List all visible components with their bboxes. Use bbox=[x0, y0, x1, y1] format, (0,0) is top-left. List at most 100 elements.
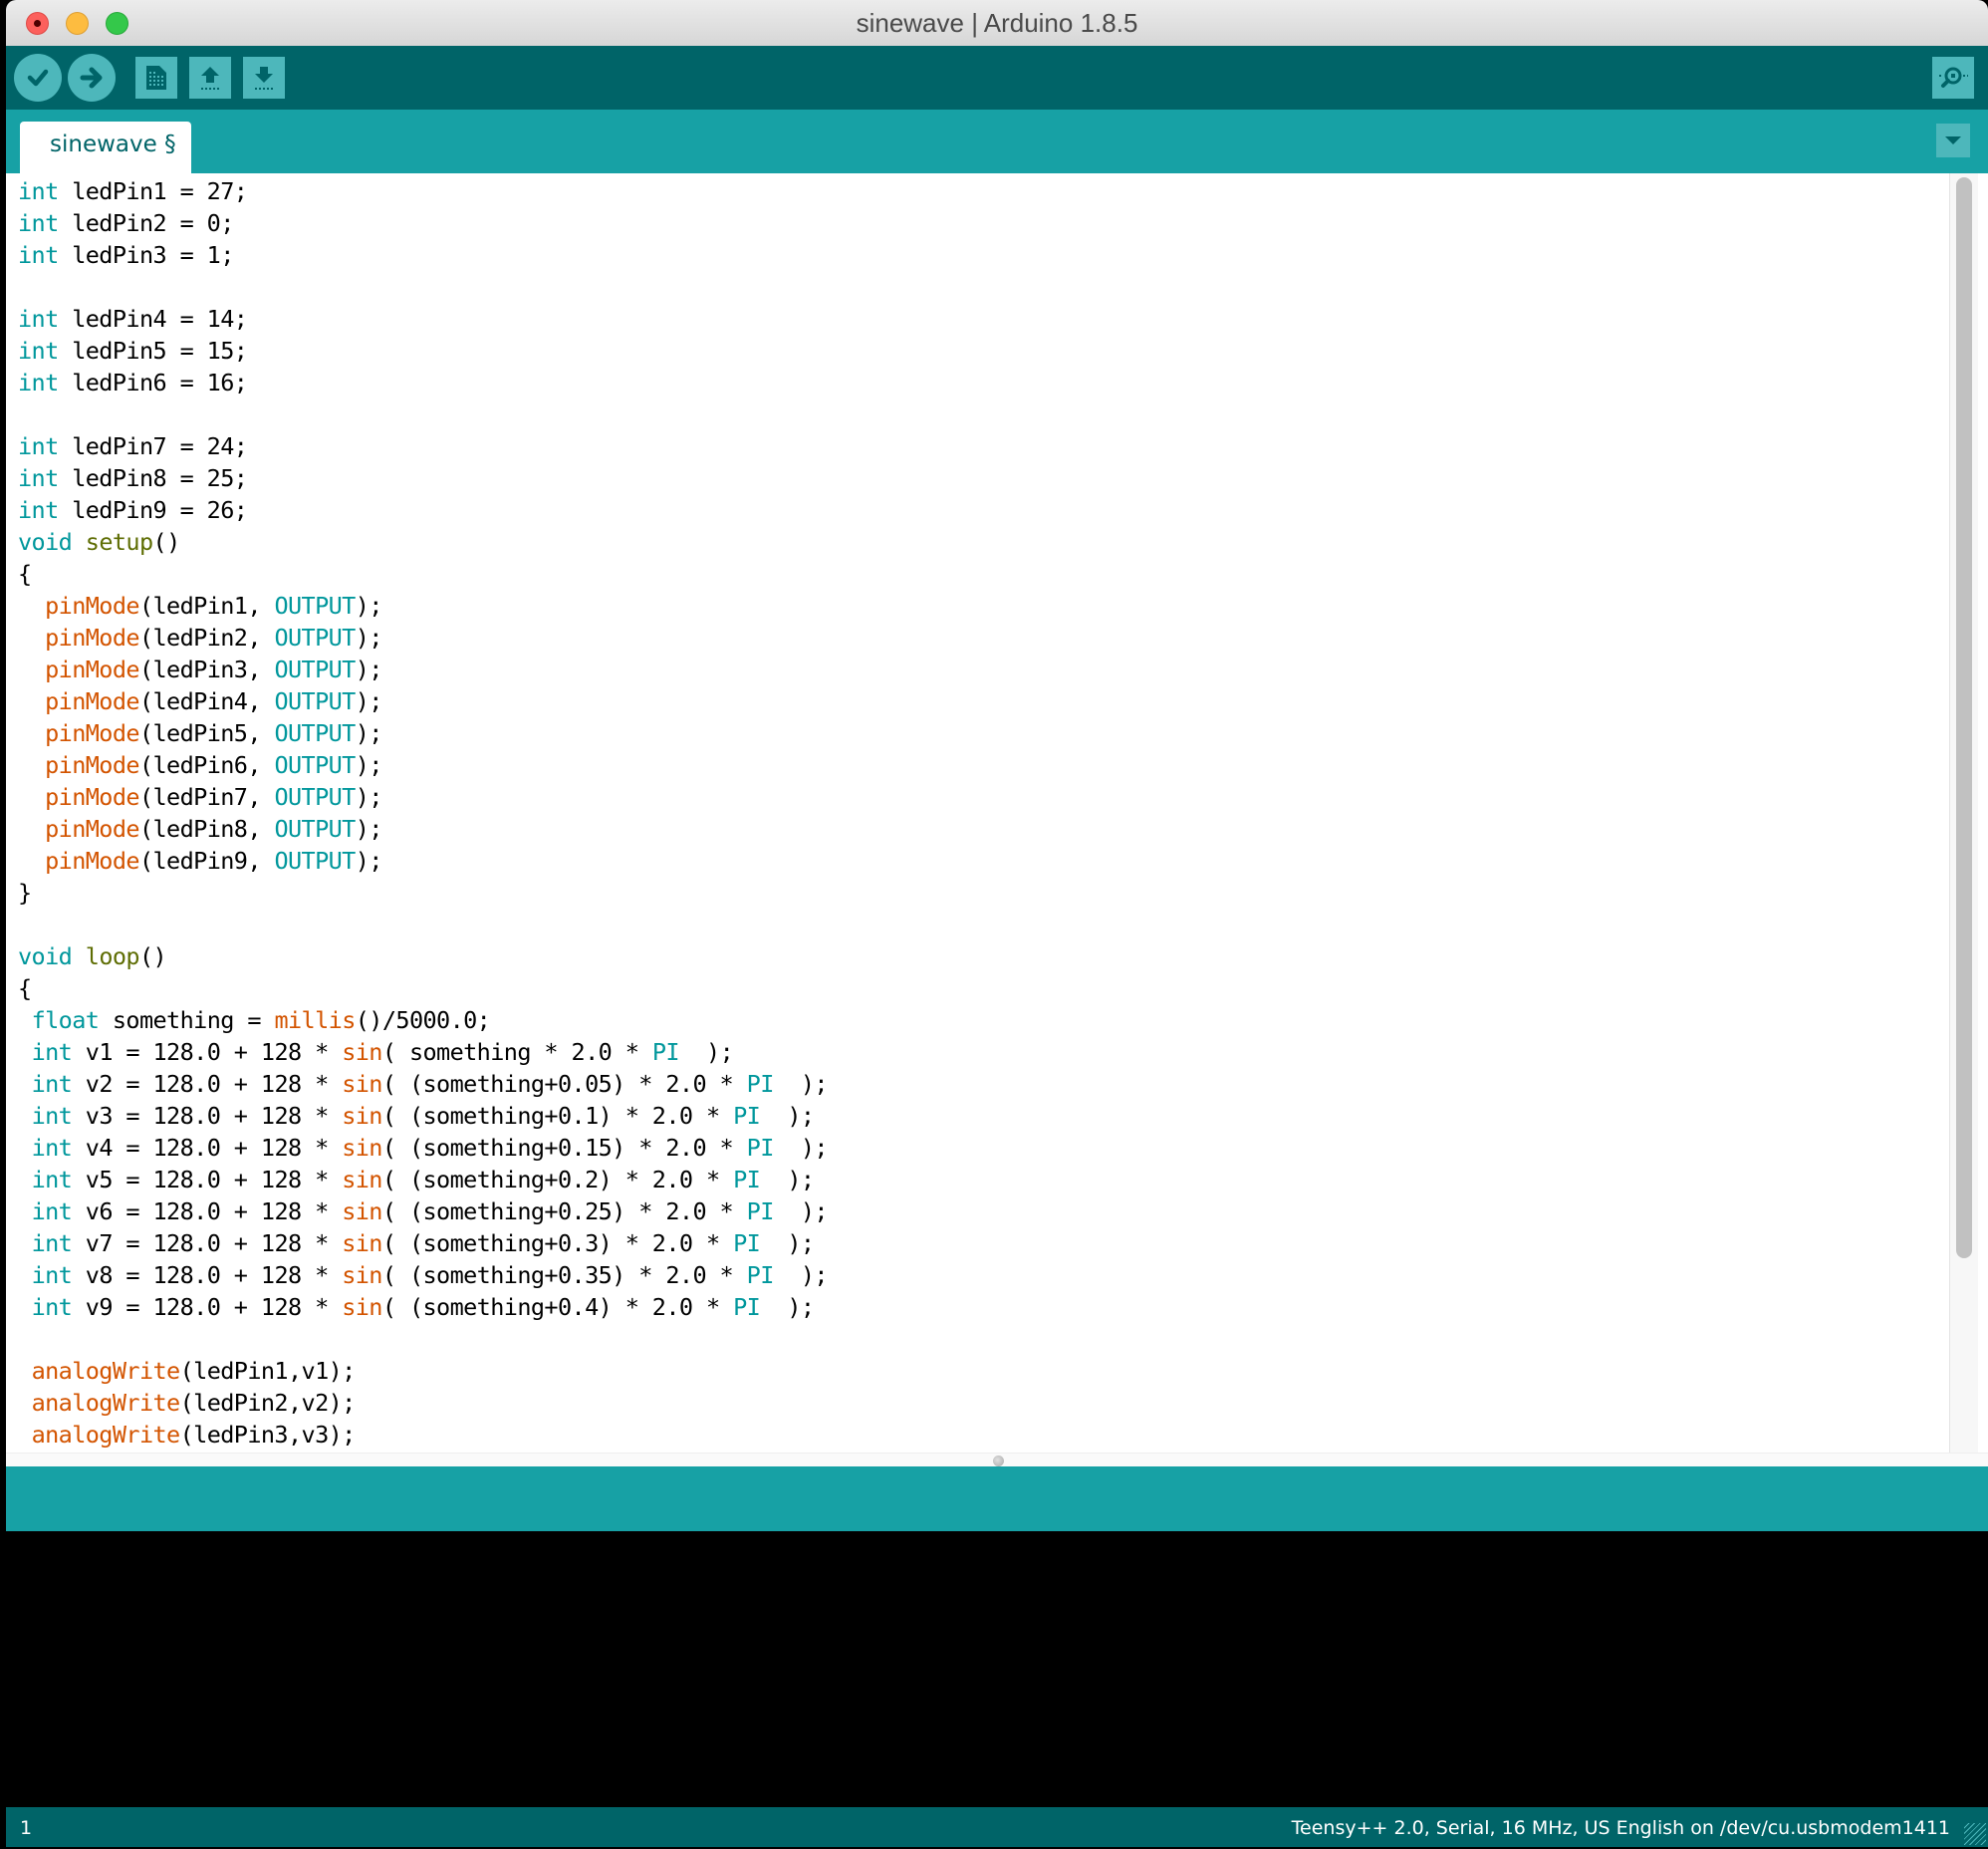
code-line[interactable]: int ledPin7 = 24; bbox=[18, 430, 828, 462]
code-cn-token: PI bbox=[651, 1038, 680, 1066]
triangle-down-icon bbox=[1945, 136, 1961, 144]
code-editor[interactable]: int ledPin1 = 27; int ledPin2 = 0; int led… bbox=[6, 173, 1988, 1453]
code-text-token: ); bbox=[760, 1166, 815, 1193]
code-text-token: v8 = 128.0 + 128 * bbox=[72, 1261, 343, 1289]
tab-menu-button[interactable] bbox=[1936, 124, 1970, 157]
code-line[interactable]: pinMode(ledPin7, OUTPUT); bbox=[18, 781, 828, 813]
code-text-token: v3 = 128.0 + 128 * bbox=[72, 1102, 343, 1130]
code-line[interactable]: pinMode(ledPin4, OUTPUT); bbox=[18, 685, 828, 717]
code-kw-token: int bbox=[18, 369, 59, 396]
window-resize-grip[interactable] bbox=[1964, 1823, 1986, 1845]
code-line[interactable]: int v2 = 128.0 + 128 * sin( (something+0… bbox=[18, 1068, 829, 1100]
code-line[interactable]: int v8 = 128.0 + 128 * sin( (something+0… bbox=[18, 1259, 829, 1291]
code-line[interactable]: int v4 = 128.0 + 128 * sin( (something+0… bbox=[18, 1132, 829, 1164]
code-line[interactable]: } bbox=[18, 877, 828, 909]
code-text-token: ); bbox=[355, 624, 383, 652]
code-line[interactable]: int ledPin2 = 0; bbox=[18, 207, 828, 239]
code-line[interactable]: pinMode(ledPin1, OUTPUT); bbox=[18, 590, 828, 622]
code-line[interactable]: int ledPin5 = 15; bbox=[18, 335, 828, 367]
code-line[interactable]: int ledPin6 = 16; bbox=[18, 367, 828, 398]
code-text-token: ledPin5 = 15; bbox=[58, 337, 248, 365]
code-line[interactable]: int ledPin9 = 26; bbox=[18, 494, 828, 526]
code-line[interactable]: pinMode(ledPin3, OUTPUT); bbox=[18, 654, 828, 685]
code-text-token: (ledPin7, bbox=[138, 783, 275, 811]
code-text-token: ledPin7 = 24; bbox=[58, 432, 248, 460]
code-line[interactable]: void loop() bbox=[18, 940, 828, 972]
code-line[interactable]: pinMode(ledPin5, OUTPUT); bbox=[18, 717, 828, 749]
arrow-up-icon bbox=[201, 67, 219, 90]
code-kw-token: int bbox=[18, 305, 59, 333]
code-line[interactable]: int ledPin1 = 27; bbox=[18, 175, 828, 207]
code-text-token: () bbox=[152, 528, 181, 556]
code-line[interactable] bbox=[18, 398, 828, 430]
code-line[interactable]: { bbox=[18, 558, 828, 590]
code-line[interactable]: pinMode(ledPin2, OUTPUT); bbox=[18, 622, 828, 654]
editor-scrollbar-thumb[interactable] bbox=[1956, 177, 1972, 1258]
new-sketch-button[interactable] bbox=[135, 57, 177, 99]
code-line[interactable]: int v7 = 128.0 + 128 * sin( (something+0… bbox=[18, 1227, 828, 1259]
code-line[interactable]: { bbox=[18, 972, 828, 1004]
code-text-token: ); bbox=[760, 1229, 815, 1257]
code-line[interactable] bbox=[18, 909, 828, 940]
code-fn-token: pinMode bbox=[45, 783, 139, 811]
tab-sinewave[interactable]: sinewave § bbox=[20, 122, 191, 173]
code-text-token: (ledPin4, bbox=[138, 687, 275, 715]
code-line[interactable]: analogWrite(ledPin2,v2); bbox=[18, 1387, 828, 1419]
editor-console-divider[interactable] bbox=[6, 1453, 1988, 1467]
code-line[interactable]: analogWrite(ledPin3,v3); bbox=[18, 1419, 828, 1451]
code-line[interactable] bbox=[18, 271, 828, 303]
code-line[interactable]: int v5 = 128.0 + 128 * sin( (something+0… bbox=[18, 1164, 828, 1195]
code-cn-token: OUTPUT bbox=[274, 656, 356, 683]
code-text-token: v5 = 128.0 + 128 * bbox=[72, 1166, 343, 1193]
code-line[interactable]: analogWrite(ledPin1,v1); bbox=[18, 1355, 828, 1387]
code-kw-token: int bbox=[18, 241, 59, 269]
code-line[interactable]: int v3 = 128.0 + 128 * sin( (something+0… bbox=[18, 1100, 828, 1132]
code-text-token: ); bbox=[355, 815, 383, 843]
open-sketch-button[interactable] bbox=[189, 57, 231, 99]
code-cn-token: PI bbox=[746, 1261, 775, 1289]
code-line[interactable]: int ledPin8 = 25; bbox=[18, 462, 828, 494]
code-text-token: ledPin2 = 0; bbox=[58, 209, 234, 237]
code-kw-token: int bbox=[18, 209, 59, 237]
code-text-token: ledPin1 = 27; bbox=[58, 177, 248, 205]
code-line[interactable]: int v6 = 128.0 + 128 * sin( (something+0… bbox=[18, 1195, 829, 1227]
code-text-token: ); bbox=[773, 1261, 829, 1289]
verify-button[interactable] bbox=[14, 54, 62, 102]
code-text-token: v4 = 128.0 + 128 * bbox=[72, 1134, 343, 1162]
serial-monitor-button[interactable] bbox=[1932, 57, 1974, 99]
code-line[interactable] bbox=[18, 1323, 828, 1355]
code-kw-token: int bbox=[31, 1038, 73, 1066]
code-line[interactable]: int v1 = 128.0 + 128 * sin( something * … bbox=[18, 1036, 828, 1068]
code-line[interactable]: int ledPin4 = 14; bbox=[18, 303, 828, 335]
code-line[interactable]: int ledPin3 = 1; bbox=[18, 239, 828, 271]
code-text-token: ); bbox=[760, 1293, 815, 1321]
divider-grip-handle[interactable] bbox=[993, 1455, 1004, 1466]
code-text-token: ( (something+0.35) * 2.0 * bbox=[381, 1261, 747, 1289]
code-line[interactable]: float something = millis()/5000.0; bbox=[18, 1004, 828, 1036]
code-text-token: (ledPin6, bbox=[138, 751, 275, 779]
code-text-token: { bbox=[18, 560, 32, 588]
code-line[interactable]: pinMode(ledPin6, OUTPUT); bbox=[18, 749, 828, 781]
window-title: sinewave | Arduino 1.8.5 bbox=[856, 8, 1138, 38]
code-text-token: (ledPin5, bbox=[138, 719, 275, 747]
code-cn-token: PI bbox=[733, 1102, 761, 1130]
save-sketch-button[interactable] bbox=[243, 57, 285, 99]
console-output[interactable] bbox=[6, 1531, 1988, 1807]
code-kw-token: int bbox=[18, 464, 59, 492]
code-line[interactable]: pinMode(ledPin9, OUTPUT); bbox=[18, 845, 828, 877]
code-text[interactable]: int ledPin1 = 27; int ledPin2 = 0; int led… bbox=[18, 175, 829, 1451]
code-line[interactable]: int v9 = 128.0 + 128 * sin( (something+0… bbox=[18, 1291, 828, 1323]
code-cn-token: PI bbox=[733, 1166, 761, 1193]
code-fn-token: pinMode bbox=[45, 847, 139, 875]
upload-button[interactable] bbox=[68, 54, 116, 102]
code-line[interactable]: void setup() bbox=[18, 526, 828, 558]
code-line[interactable]: pinMode(ledPin8, OUTPUT); bbox=[18, 813, 828, 845]
